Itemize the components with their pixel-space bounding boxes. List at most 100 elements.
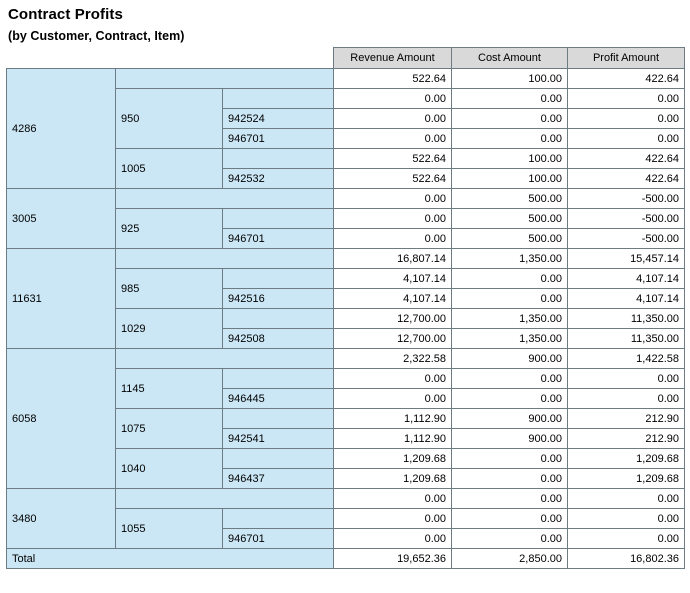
contract-group-label[interactable]: 1005 [115,148,223,189]
contract-profits-table: Revenue Amount Cost Amount Profit Amount… [6,47,685,569]
profit-amount-cell: 1,209.68 [567,468,685,489]
customer-row-spacer [115,348,334,369]
item-label[interactable]: 942516 [222,288,334,309]
customer-row-spacer [115,188,334,209]
revenue-amount-cell: 0.00 [333,368,452,389]
customer-group-label[interactable]: 6058 [6,348,116,489]
cost-amount-cell: 100.00 [451,68,568,89]
cost-amount-cell: 0.00 [451,88,568,109]
profit-amount-cell: 422.64 [567,148,685,169]
contract-group-label[interactable]: 1075 [115,408,223,449]
profit-amount-cell: -500.00 [567,188,685,209]
item-label[interactable]: 942541 [222,428,334,449]
profit-amount-cell: 1,209.68 [567,448,685,469]
revenue-amount-cell: 0.00 [333,508,452,529]
profit-amount-cell: 422.64 [567,68,685,89]
profit-amount-cell: 0.00 [567,88,685,109]
revenue-amount-cell: 1,112.90 [333,428,452,449]
revenue-amount-cell: 0.00 [333,228,452,249]
item-label[interactable]: 942524 [222,108,334,129]
total-label: Total [6,548,334,569]
revenue-amount-cell: 1,209.68 [333,468,452,489]
profit-amount-cell: 4,107.14 [567,268,685,289]
revenue-amount-cell: 0.00 [333,108,452,129]
cost-amount-cell: 1,350.00 [451,308,568,329]
cost-amount-cell: 900.00 [451,408,568,429]
customer-group-label[interactable]: 4286 [6,68,116,189]
contract-row-spacer [222,148,334,169]
contract-group-label[interactable]: 985 [115,268,223,309]
revenue-amount-cell: 0.00 [333,528,452,549]
contract-row-spacer [222,208,334,229]
cost-amount-cell: 900.00 [451,428,568,449]
cost-amount-cell: 0.00 [451,448,568,469]
revenue-amount-cell: 0.00 [333,88,452,109]
revenue-amount-cell: 522.64 [333,168,452,189]
contract-group-label[interactable]: 1029 [115,308,223,349]
profit-amount-cell: -500.00 [567,208,685,229]
item-label[interactable]: 946701 [222,528,334,549]
total-revenue-amount: 19,652.36 [333,548,452,569]
contract-group-label[interactable]: 925 [115,208,223,249]
cost-amount-cell: 900.00 [451,348,568,369]
contract-row-spacer [222,448,334,469]
contract-group-label[interactable]: 1145 [115,368,223,409]
item-label[interactable]: 946701 [222,128,334,149]
cost-amount-cell: 0.00 [451,468,568,489]
table-body: 4286 522.64 100.00 422.64 950 0.00 0.00 0.00 942… [6,68,685,569]
cost-amount-cell: 100.00 [451,148,568,169]
column-header-cost-amount[interactable]: Cost Amount [451,47,568,69]
profit-amount-cell: 1,422.58 [567,348,685,369]
page-title: Contract Profits [8,6,123,23]
item-label[interactable]: 946437 [222,468,334,489]
profit-amount-cell: 11,350.00 [567,308,685,329]
contract-group-label[interactable]: 1040 [115,448,223,489]
total-cost-amount: 2,850.00 [451,548,568,569]
profit-amount-cell: 0.00 [567,528,685,549]
item-label[interactable]: 946445 [222,388,334,409]
contract-row-spacer [222,368,334,389]
cost-amount-cell: 500.00 [451,208,568,229]
total-profit-amount: 16,802.36 [567,548,685,569]
profit-amount-cell: 15,457.14 [567,248,685,269]
profit-amount-cell: 0.00 [567,128,685,149]
profit-amount-cell: 212.90 [567,408,685,429]
revenue-amount-cell: 0.00 [333,388,452,409]
revenue-amount-cell: 12,700.00 [333,308,452,329]
cost-amount-cell: 0.00 [451,488,568,509]
table-row: 6058 2,322.58 900.00 1,422.58 [6,348,685,489]
contract-group-label[interactable]: 1055 [115,508,223,549]
profit-amount-cell: 0.00 [567,508,685,529]
column-header-profit-amount[interactable]: Profit Amount [567,47,685,69]
revenue-amount-cell: 16,807.14 [333,248,452,269]
cost-amount-cell: 0.00 [451,268,568,289]
revenue-amount-cell: 1,209.68 [333,448,452,469]
contract-group-label[interactable]: 950 [115,88,223,149]
cost-amount-cell: 0.00 [451,368,568,389]
revenue-amount-cell: 522.64 [333,68,452,89]
cost-amount-cell: 100.00 [451,168,568,189]
profit-amount-cell: 212.90 [567,428,685,449]
revenue-amount-cell: 0.00 [333,488,452,509]
column-header-revenue-amount[interactable]: Revenue Amount [333,47,452,69]
item-label[interactable]: 946701 [222,228,334,249]
cost-amount-cell: 0.00 [451,128,568,149]
report-page: Contract Profits (by Customer, Contract,… [0,0,690,593]
contract-row-spacer [222,408,334,429]
cost-amount-cell: 0.00 [451,108,568,129]
revenue-amount-cell: 522.64 [333,148,452,169]
customer-group-label[interactable]: 11631 [6,248,116,349]
item-label[interactable]: 942508 [222,328,334,349]
customer-row-spacer [115,68,334,89]
revenue-amount-cell: 1,112.90 [333,408,452,429]
item-label[interactable]: 942532 [222,168,334,189]
customer-group-label[interactable]: 3005 [6,188,116,249]
customer-row-spacer [115,248,334,269]
page-subtitle: (by Customer, Contract, Item) [8,29,185,43]
cost-amount-cell: 0.00 [451,528,568,549]
cost-amount-cell: 500.00 [451,228,568,249]
customer-group-label[interactable]: 3480 [6,488,116,549]
table-row: 11631 16,807.14 1,350.00 15,457.14 [6,248,685,349]
profit-amount-cell: 0.00 [567,488,685,509]
contract-row-spacer [222,88,334,109]
